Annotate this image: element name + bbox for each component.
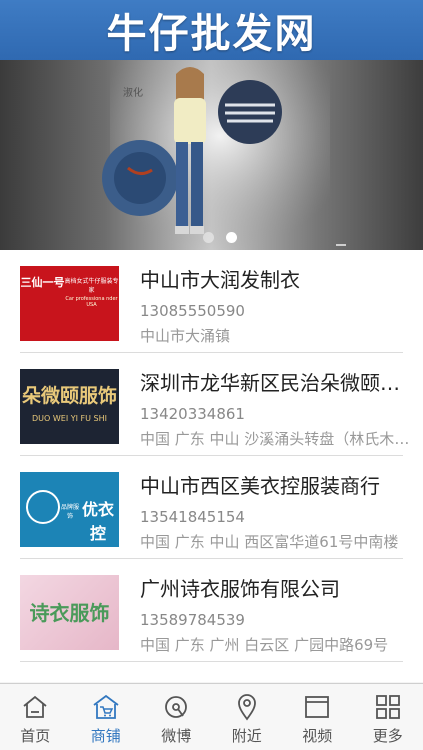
shop-logo: 三仙一号 高档女式牛仔服装专家 Car professiona nder USA bbox=[20, 266, 119, 341]
shop-address: 中国 广东 广州 白云区 广园中路69号 bbox=[140, 636, 389, 654]
home-icon bbox=[23, 695, 47, 718]
app-header: 牛仔批发网 bbox=[0, 0, 423, 60]
location-icon bbox=[237, 694, 256, 721]
shop-phone: 13589784539 bbox=[140, 611, 245, 629]
bottom-tab-bar: 首页 商铺 微博 附近 视频 更多 bbox=[0, 683, 423, 750]
logo-emblem-icon bbox=[26, 490, 60, 524]
thumb-brand: 三仙一号 bbox=[20, 276, 65, 289]
thumb-line: Car professiona nder USA bbox=[65, 296, 118, 308]
tab-home[interactable]: 首页 bbox=[0, 684, 71, 750]
banner-pagination bbox=[203, 232, 237, 243]
grid-icon bbox=[375, 695, 400, 719]
shop-name[interactable]: 中山市西区美衣控服装商行 bbox=[140, 470, 410, 499]
shop-phone: 13420334861 bbox=[140, 405, 245, 423]
tab-label: 附近 bbox=[231, 727, 262, 745]
list-item[interactable]: 三仙一号 高档女式牛仔服装专家 Car professiona nder USA… bbox=[0, 250, 423, 353]
shop-phone: 13541845154 bbox=[140, 508, 245, 526]
tab-label: 首页 bbox=[20, 727, 51, 745]
banner-dot-active[interactable] bbox=[226, 232, 237, 243]
shop-icon bbox=[93, 694, 119, 719]
thumb-brand: 优衣控 bbox=[81, 500, 114, 543]
tab-weibo[interactable]: 微博 bbox=[141, 684, 212, 750]
thumb-line: 高档女式牛仔服装专家 bbox=[64, 278, 119, 294]
tab-label: 视频 bbox=[302, 727, 333, 745]
tab-more[interactable]: 更多 bbox=[353, 684, 423, 750]
shop-logo: 诗衣服饰 bbox=[20, 575, 119, 650]
banner-logo-text: 淑化 bbox=[123, 88, 143, 99]
shop-logo: 朵微颐服饰 DUO WEI YI FU SHI bbox=[20, 369, 119, 444]
tab-video[interactable]: 视频 bbox=[282, 684, 353, 750]
shop-phone: 13085550590 bbox=[140, 302, 245, 320]
shop-name[interactable]: 中山市大润发制衣 bbox=[140, 264, 410, 293]
list-item[interactable]: 朵微颐服饰 DUO WEI YI FU SHI 深圳市龙华新区民治朵微颐服饰 1… bbox=[0, 353, 423, 456]
tab-shop[interactable]: 商铺 bbox=[71, 684, 142, 750]
promo-banner[interactable]: 淑化 bbox=[0, 60, 423, 250]
tab-nearby[interactable]: 附近 bbox=[212, 684, 283, 750]
page-title: 牛仔批发网 bbox=[106, 11, 317, 57]
banner-image bbox=[102, 60, 346, 250]
shop-logo: 品牌服饰 优衣控 bbox=[20, 472, 119, 547]
shop-address: 中山市大涌镇 bbox=[140, 327, 231, 345]
tab-label: 更多 bbox=[372, 727, 403, 745]
shop-address: 中国 广东 中山 沙溪涌头转盘（林氏木业后面） bbox=[140, 430, 410, 448]
thumb-line: 品牌服饰 bbox=[60, 504, 79, 520]
video-icon bbox=[305, 696, 330, 718]
weibo-icon bbox=[165, 696, 188, 718]
thumb-line: DUO WEI YI FU SHI bbox=[32, 414, 107, 423]
tab-label: 商铺 bbox=[90, 727, 121, 745]
banner-dot[interactable] bbox=[203, 232, 214, 243]
shop-name[interactable]: 深圳市龙华新区民治朵微颐服饰 bbox=[140, 367, 410, 396]
tab-label: 微博 bbox=[161, 727, 192, 745]
thumb-brand: 朵微颐服饰 bbox=[21, 385, 117, 407]
divider bbox=[20, 661, 403, 662]
thumb-brand: 诗衣服饰 bbox=[29, 601, 110, 625]
list-item[interactable]: 品牌服饰 优衣控 中山市西区美衣控服装商行 13541845154 中国 广东 … bbox=[0, 456, 423, 559]
shop-list: 三仙一号 高档女式牛仔服装专家 Car professiona nder USA… bbox=[0, 250, 423, 682]
shop-name[interactable]: 广州诗衣服饰有限公司 bbox=[140, 573, 410, 602]
shop-address: 中国 广东 中山 西区富华道61号中南楼 bbox=[140, 533, 399, 551]
list-item[interactable]: 诗衣服饰 广州诗衣服饰有限公司 13589784539 中国 广东 广州 白云区… bbox=[0, 559, 423, 662]
